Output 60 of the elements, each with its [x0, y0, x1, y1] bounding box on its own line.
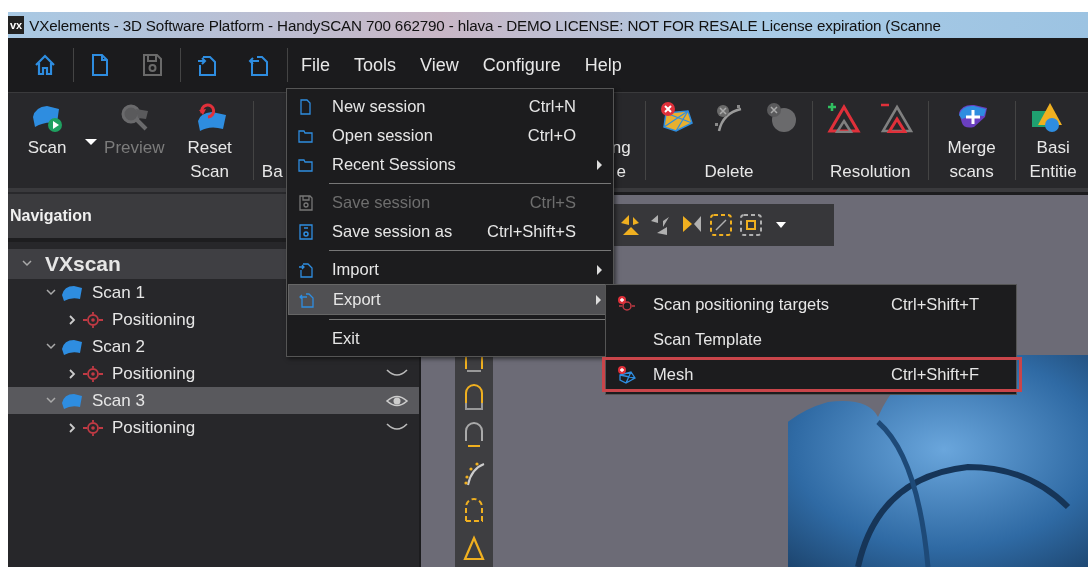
save-as-icon	[298, 223, 314, 240]
target-icon	[82, 309, 104, 330]
ribbon-label[interactable]: Delete	[704, 160, 754, 184]
menu-item[interactable]: Mesh Ctrl+Shift+F	[602, 357, 1022, 392]
new-document-icon	[298, 98, 314, 115]
expand-chevron-icon[interactable]	[68, 422, 78, 433]
ribbon-label[interactable]: Scan	[27, 136, 67, 160]
menu-item[interactable]: View	[408, 54, 471, 76]
export-icon	[299, 291, 315, 308]
zoom-selection-icon[interactable]	[739, 213, 763, 237]
menu-item[interactable]: New session Ctrl+N	[288, 92, 612, 121]
tree-row[interactable]: Positioning	[8, 414, 419, 441]
import-icon	[298, 261, 314, 278]
ribbon-label[interactable]: Reset Scan	[187, 136, 232, 184]
ribbon-label[interactable]: Basi Entitie	[1029, 136, 1077, 184]
add-mesh-icon	[617, 364, 637, 385]
tree-item-label: Positioning	[112, 417, 196, 438]
app-logo: vx	[8, 16, 25, 34]
triangle-icon[interactable]	[463, 535, 485, 563]
tree-row[interactable]: Positioning	[8, 360, 419, 387]
expand-chevron-icon[interactable]	[68, 368, 78, 379]
menu-item[interactable]: Open session Ctrl+O	[288, 121, 612, 150]
dashed-arch-icon[interactable]	[463, 497, 485, 525]
tree-item-label: Scan 1	[92, 282, 145, 303]
expand-chevron-icon[interactable]	[68, 314, 78, 325]
tree-item-label: Scan 2	[92, 336, 145, 357]
menu-item[interactable]: Configure	[470, 54, 573, 76]
ribbon-label[interactable]: Resolution	[830, 160, 911, 184]
window-title: VXelements - 3D Software Platform - HandySCAN 700 662790 - hlava - DEMO LICENSE: NOT FOR RESALE License expiration (Scanne	[29, 16, 941, 34]
menu-item[interactable]: Scan Template	[602, 322, 1022, 357]
zoom-fit-icon[interactable]	[709, 213, 733, 237]
target-icon	[82, 363, 104, 384]
ribbon-label[interactable]: Merge scans	[947, 136, 996, 184]
delete-mesh-icon[interactable]	[658, 101, 694, 133]
save-icon	[298, 194, 314, 211]
folder-icon	[298, 156, 314, 173]
menu-item[interactable]: File	[289, 54, 342, 76]
tree-item-label: Positioning	[112, 309, 196, 330]
dropdown-caret-icon[interactable]	[774, 220, 788, 230]
decrease-resolution-icon[interactable]	[878, 101, 915, 133]
collapse-chevron-icon[interactable]	[46, 395, 56, 406]
tree-row[interactable]: Scan 3	[8, 387, 419, 414]
collapse-chevron-icon[interactable]	[46, 287, 56, 298]
arch-icon[interactable]	[463, 421, 485, 449]
folder-icon	[298, 127, 314, 144]
dropdown-caret-icon[interactable]	[85, 139, 98, 145]
collapse-chevron-icon[interactable]	[46, 341, 56, 352]
target-icon	[82, 417, 104, 438]
arch-icon[interactable]	[463, 383, 485, 411]
menu-item[interactable]: Tools	[342, 54, 409, 76]
collapse-chevron-icon[interactable]	[22, 259, 32, 269]
tree-item-label: Positioning	[112, 363, 196, 384]
panel-title: Navigation	[9, 207, 92, 225]
menu-item[interactable]: Save session as Ctrl+Shift+S	[288, 217, 612, 246]
increase-resolution-icon[interactable]	[825, 101, 862, 133]
tree-item-label: Scan 3	[92, 390, 145, 411]
menu-item[interactable]: Recent Sessions	[288, 150, 612, 179]
menu-item[interactable]: Help	[572, 54, 634, 76]
ribbon-label: Ba	[261, 161, 283, 183]
tree-item-label: VXscan	[45, 252, 121, 276]
